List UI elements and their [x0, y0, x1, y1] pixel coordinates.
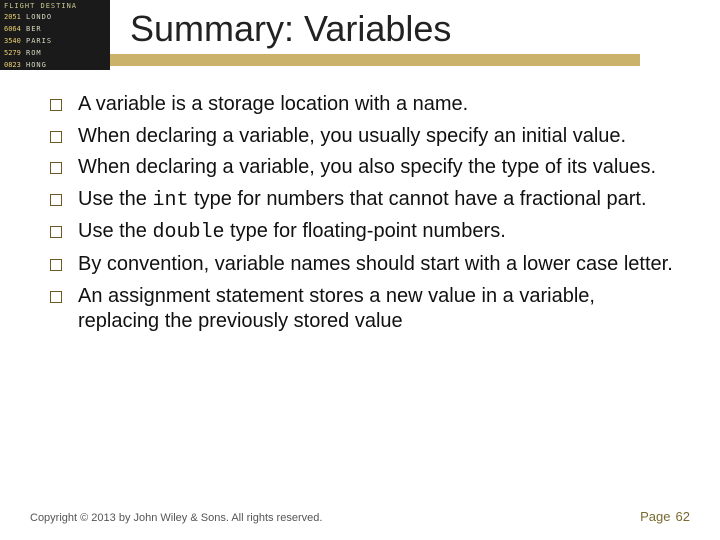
bullet-text: When declaring a variable, you also spec… — [78, 156, 656, 178]
code-token: double — [152, 221, 224, 244]
board-row: 3540PARIS — [4, 36, 106, 46]
bullet-text: An assignment statement stores a new val… — [78, 285, 595, 333]
bullet-post: type for numbers that cannot have a frac… — [189, 188, 647, 210]
board-row: 2051LONDO — [4, 12, 106, 22]
bullet-list: A variable is a storage location with a … — [50, 92, 680, 335]
bullet-item: By convention, variable names should sta… — [50, 252, 680, 278]
copyright-text: Copyright © 2013 by John Wiley & Sons. A… — [30, 512, 322, 524]
bullet-post: type for floating-point numbers. — [225, 220, 506, 242]
slide-title: Summary: Variables — [130, 8, 451, 50]
slide-body: A variable is a storage location with a … — [0, 80, 720, 335]
bullet-item: An assignment statement stores a new val… — [50, 284, 680, 335]
code-token: int — [152, 189, 188, 212]
bullet-item: Use the double type for floating-point n… — [50, 219, 680, 246]
slide-footer: Copyright © 2013 by John Wiley & Sons. A… — [30, 509, 690, 524]
departure-board-image: FLIGHT DESTINA 2051LONDO 6064BER 3540PAR… — [0, 0, 110, 70]
board-row: 5279ROM — [4, 48, 106, 58]
board-row: 0823HONG — [4, 60, 106, 70]
page-label: Page — [640, 509, 670, 524]
page-indicator: Page 62 — [640, 509, 690, 524]
page-number: 62 — [676, 509, 690, 524]
board-header: FLIGHT DESTINA — [4, 2, 106, 10]
bullet-item: A variable is a storage location with a … — [50, 92, 680, 118]
bullet-text: By convention, variable names should sta… — [78, 253, 673, 275]
bullet-pre: Use the — [78, 220, 152, 242]
bullet-item: When declaring a variable, you also spec… — [50, 155, 680, 181]
bullet-text: When declaring a variable, you usually s… — [78, 125, 626, 147]
bullet-item: When declaring a variable, you usually s… — [50, 124, 680, 150]
bullet-text: A variable is a storage location with a … — [78, 93, 468, 115]
slide-header: FLIGHT DESTINA 2051LONDO 6064BER 3540PAR… — [0, 0, 720, 80]
bullet-item: Use the int type for numbers that cannot… — [50, 187, 680, 214]
bullet-pre: Use the — [78, 188, 152, 210]
board-row: 6064BER — [4, 24, 106, 34]
